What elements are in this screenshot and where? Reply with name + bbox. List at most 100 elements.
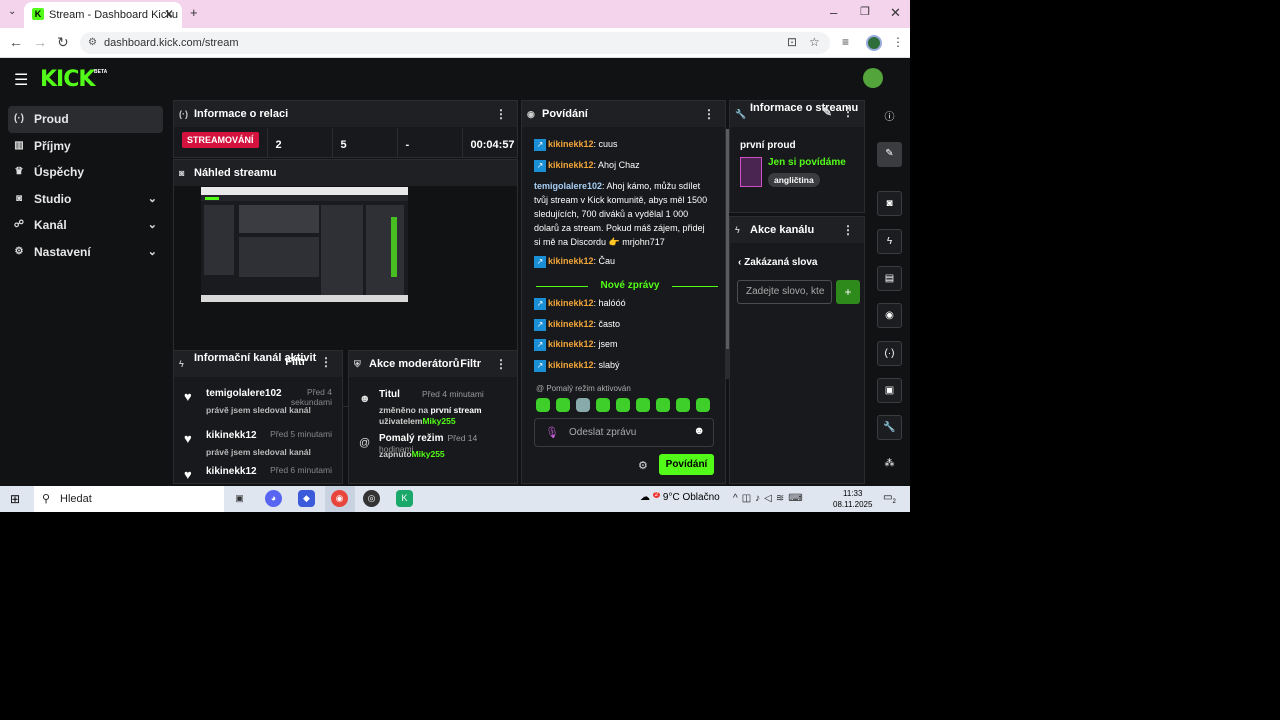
microphone-icon[interactable]: 🎙 <box>545 426 559 439</box>
more-options-icon[interactable]: ⋮ <box>703 101 715 127</box>
chrome-icon[interactable]: ◉ <box>331 490 348 507</box>
browser-profile-avatar[interactable] <box>866 35 882 51</box>
chat-username[interactable]: kikinekk12 <box>548 319 594 329</box>
url-field[interactable]: ⚙ dashboard.kick.com/stream <box>80 32 830 54</box>
keyboard-icon[interactable]: ⌨ <box>788 493 806 504</box>
camera-icon[interactable]: ◙ <box>877 191 902 216</box>
kick-studio-icon[interactable]: K <box>396 490 413 507</box>
taskbar-search[interactable]: ⚲ Hledat <box>34 486 224 512</box>
camera-tray-icon[interactable]: ◫ <box>742 493 755 504</box>
site-info-icon[interactable]: ⚙ <box>88 32 97 54</box>
banned-word-input[interactable]: Zadejte slovo, kte <box>737 280 832 304</box>
chat-bubble-icon: ◉ <box>527 109 535 119</box>
emote-icon[interactable] <box>656 398 670 412</box>
video-camera-icon[interactable]: ▣ <box>877 378 902 403</box>
more-options-icon[interactable]: ⋮ <box>495 351 507 377</box>
chat-username[interactable]: kikinekk12 <box>548 160 594 170</box>
restore-icon[interactable]: ❐ <box>860 5 870 18</box>
filter-button[interactable]: Filtr <box>285 351 306 373</box>
chat-username[interactable]: kikinekk12 <box>548 339 594 349</box>
address-bar: ← → ↻ ⚙ dashboard.kick.com/stream ⊡ ☆ ≡ … <box>0 28 910 58</box>
wifi-icon[interactable]: ≋ <box>776 493 788 504</box>
chat-username[interactable]: kikinekk12 <box>548 139 594 149</box>
forward-icon[interactable]: → <box>33 34 47 50</box>
more-options-icon[interactable]: ⋮ <box>842 217 854 243</box>
chat-send-button[interactable]: Povídání <box>659 454 714 475</box>
close-tab-icon[interactable]: ✕ <box>164 7 174 21</box>
mod-action-desc: zapnutoMiky255 <box>379 449 494 460</box>
chat-username[interactable]: kikinekk12 <box>548 360 594 370</box>
edit-pencil-icon[interactable]: ✎ <box>877 142 902 167</box>
emote-icon[interactable] <box>556 398 570 412</box>
edit-pencil-icon[interactable]: ✎ <box>822 101 832 123</box>
stream-preview-video[interactable] <box>201 187 408 302</box>
browser-tab[interactable]: K Stream - Dashboard Kicku ✕ <box>24 2 182 28</box>
chat-message: ↗ kikinekk12: jsem <box>534 337 718 351</box>
media-control-icon[interactable]: ≡ <box>842 35 849 49</box>
task-view-icon[interactable]: ▣ <box>231 490 248 507</box>
mod-action-user[interactable]: Miky255 <box>422 416 455 426</box>
microphone-tray-icon[interactable]: ♪ <box>755 493 764 504</box>
chat-username[interactable]: kikinekk12 <box>548 256 594 266</box>
emote-icon[interactable] <box>576 398 590 412</box>
activity-username[interactable]: kikinekk12 <box>206 430 257 441</box>
app-icon[interactable]: ◆ <box>298 490 315 507</box>
kick-logo[interactable]: KICK <box>40 67 95 92</box>
mod-action-user[interactable]: Miky255 <box>412 449 445 459</box>
sidebar-item-studio[interactable]: ◙ Studio ⌄ <box>8 186 163 213</box>
apps-icon[interactable]: ⁂ <box>877 452 902 477</box>
new-messages-divider[interactable]: Nové zprávy <box>536 279 718 293</box>
windows-start-icon[interactable]: ⊞ <box>10 492 20 506</box>
clock[interactable]: 11:33 08.11.2025 <box>833 488 872 510</box>
hamburger-menu-icon[interactable]: ☰ <box>14 70 28 90</box>
browser-menu-icon[interactable]: ⋮ <box>892 35 904 49</box>
chevron-up-icon[interactable]: ^ <box>733 493 742 504</box>
emote-icon[interactable] <box>596 398 610 412</box>
back-icon[interactable]: ← <box>9 34 23 50</box>
chat-username[interactable]: temigolalere102 <box>534 181 602 191</box>
more-options-icon[interactable]: ⋮ <box>320 351 332 373</box>
chat-input[interactable]: 🎙 Odeslat zprávu ☻ <box>534 418 714 447</box>
chat-settings-gear-icon[interactable]: ⚙ <box>638 459 648 472</box>
notifications-icon[interactable]: ▭2 <box>883 492 896 505</box>
emote-icon[interactable] <box>676 398 690 412</box>
discord-icon[interactable]: ◕ <box>265 490 282 507</box>
wrench-icon[interactable]: 🔧 <box>877 415 902 440</box>
sidebar-item-proud[interactable]: (·) Proud <box>8 106 163 133</box>
volume-icon[interactable]: ◁ <box>764 493 776 504</box>
emoji-picker-icon[interactable]: ☻ <box>693 425 705 437</box>
broadcast-icon[interactable]: (·) <box>877 341 902 366</box>
emote-icon[interactable] <box>696 398 710 412</box>
back-button[interactable]: ‹ Zakázaná slova <box>738 257 817 268</box>
sidebar-item-kanal[interactable]: ☍ Kanál ⌄ <box>8 212 163 239</box>
tab-search-icon[interactable]: ⌄ <box>8 6 16 17</box>
minimize-icon[interactable]: – <box>830 5 837 20</box>
weather-widget[interactable]: ☁ 2 9°C Oblačno <box>640 492 720 503</box>
user-avatar[interactable] <box>863 68 883 88</box>
reload-icon[interactable]: ↻ <box>57 34 69 51</box>
filter-button[interactable]: Filtr <box>460 351 481 377</box>
sidebar-item-prijmy[interactable]: ▥ Příjmy <box>8 133 163 160</box>
bookmark-star-icon[interactable]: ☆ <box>809 35 820 49</box>
notes-icon[interactable]: ▤ <box>877 266 902 291</box>
lightning-icon[interactable]: ϟ <box>877 229 902 254</box>
stream-category[interactable]: Jen si povídáme <box>768 157 846 168</box>
chat-username[interactable]: kikinekk12 <box>548 298 594 308</box>
chat-bubble-icon[interactable]: ◉ <box>877 303 902 328</box>
obs-icon[interactable]: ◎ <box>363 490 380 507</box>
add-banned-word-button[interactable]: + <box>836 280 860 304</box>
sidebar-item-uspechy[interactable]: ♛ Úspěchy <box>8 159 163 186</box>
more-options-icon[interactable]: ⋮ <box>842 101 854 123</box>
translate-icon[interactable]: ⊡ <box>787 35 797 49</box>
sidebar-item-nastaveni[interactable]: ⚙ Nastavení ⌄ <box>8 239 163 266</box>
emote-icon[interactable] <box>616 398 630 412</box>
emote-icon[interactable] <box>536 398 550 412</box>
info-icon[interactable]: ⓘ <box>877 106 902 131</box>
more-options-icon[interactable]: ⋮ <box>495 101 507 127</box>
activity-username[interactable]: temigolalere102 <box>206 388 282 399</box>
emote-icon[interactable] <box>636 398 650 412</box>
new-tab-icon[interactable]: + <box>190 5 198 20</box>
close-window-icon[interactable]: ✕ <box>890 5 901 21</box>
activity-username[interactable]: kikinekk12 <box>206 466 257 477</box>
chat-message: ↗ kikinekk12: často <box>534 317 718 331</box>
